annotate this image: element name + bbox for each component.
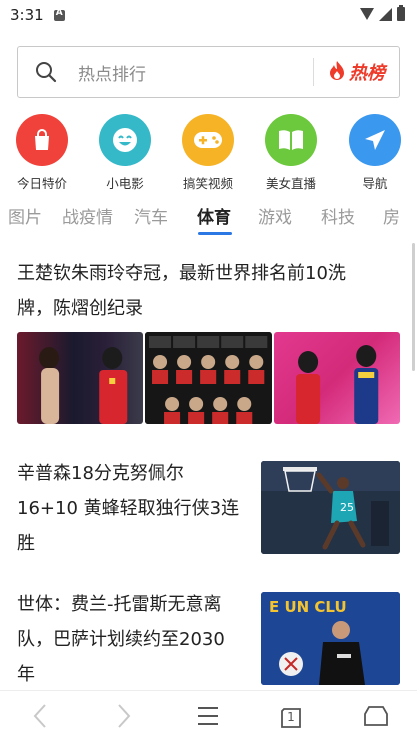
article-title[interactable]: 辛普森18分克努佩尔 16+10 黄蜂轻取独行侠3连 胜 bbox=[17, 456, 252, 561]
quick-link-navigation[interactable]: 导航 bbox=[340, 114, 410, 192]
article-image-strip[interactable] bbox=[17, 332, 400, 424]
search-input[interactable]: 热点排行 bbox=[78, 60, 313, 85]
article-image bbox=[273, 332, 400, 424]
quick-link-label: 搞笑视频 bbox=[182, 176, 233, 191]
svg-text:25: 25 bbox=[340, 501, 354, 514]
tab-pictures[interactable]: 图片 bbox=[8, 203, 42, 228]
back-button[interactable] bbox=[10, 691, 70, 743]
hot-list-button[interactable]: 热榜 bbox=[328, 59, 385, 85]
search-divider bbox=[313, 58, 314, 86]
tab-tech[interactable]: 科技 bbox=[321, 203, 355, 228]
quick-link-label: 小电影 bbox=[106, 176, 144, 191]
paper-plane-icon bbox=[349, 114, 401, 166]
tabs-button[interactable]: 1 bbox=[261, 691, 321, 743]
article-title-line: 16+10 黄蜂轻取独行侠3连 bbox=[17, 498, 240, 519]
tab-epidemic[interactable]: 战疫情 bbox=[62, 203, 113, 228]
article-image bbox=[17, 332, 144, 424]
quick-links: 今日特价 小电影 搞笑视频 美女直播 导航 bbox=[0, 114, 417, 192]
article-thumbnail[interactable]: E UN CLU bbox=[261, 592, 400, 685]
status-bar: 3:31 bbox=[0, 0, 417, 30]
article-title-line: 辛普森18分克努佩尔 bbox=[17, 463, 184, 484]
battery-icon bbox=[397, 5, 405, 21]
book-icon bbox=[265, 114, 317, 166]
menu-button[interactable] bbox=[178, 691, 238, 743]
scrollbar[interactable] bbox=[412, 243, 415, 371]
quick-link-funny-videos[interactable]: 搞笑视频 bbox=[173, 114, 243, 192]
tabs-icon: 1 bbox=[279, 706, 303, 730]
shopping-bag-icon bbox=[16, 114, 68, 166]
article-title-line: 队，巴萨计划续约至2030 bbox=[17, 629, 225, 650]
svg-text:E UN CLU: E UN CLU bbox=[269, 598, 347, 616]
smiley-icon bbox=[99, 114, 151, 166]
tab-sports[interactable]: 体育 bbox=[197, 203, 231, 228]
quick-link-label: 今日特价 bbox=[16, 176, 67, 191]
article-title[interactable]: 王楚钦朱雨玲夺冠，最新世界排名前10洗 牌，陈熠创纪录 bbox=[17, 256, 407, 326]
fire-icon bbox=[328, 60, 346, 84]
status-indicators bbox=[360, 5, 405, 21]
article-title-line: 牌，陈熠创纪录 bbox=[17, 298, 143, 319]
notification-icon bbox=[53, 8, 65, 21]
active-tab-indicator bbox=[198, 232, 232, 235]
article-image bbox=[145, 332, 272, 424]
status-time: 3:31 bbox=[10, 6, 44, 24]
tabs-count: 1 bbox=[287, 709, 295, 724]
quick-link-label: 导航 bbox=[362, 176, 388, 191]
article-title[interactable]: 世体：费兰-托雷斯无意离 队，巴萨计划续约至2030 年 bbox=[17, 587, 252, 692]
tab-cars[interactable]: 汽车 bbox=[134, 203, 168, 228]
back-icon bbox=[32, 703, 48, 733]
wifi-icon bbox=[360, 8, 374, 20]
home-button[interactable] bbox=[346, 691, 406, 743]
category-tabs: 图片 战疫情 汽车 体育 游戏 科技 房 bbox=[0, 203, 417, 235]
quick-link-live[interactable]: 美女直播 bbox=[256, 114, 326, 192]
signal-icon bbox=[379, 7, 392, 21]
article-title-line: 王楚钦朱雨玲夺冠，最新世界排名前10洗 bbox=[17, 263, 346, 284]
gamepad-icon bbox=[182, 114, 234, 166]
search-bar[interactable]: 热点排行 热榜 bbox=[17, 46, 400, 98]
forward-icon bbox=[116, 703, 132, 733]
article-thumbnail[interactable]: 25 bbox=[261, 461, 400, 554]
tab-housing[interactable]: 房 bbox=[383, 203, 400, 228]
bottom-navigation: 1 bbox=[0, 690, 417, 743]
quick-link-label: 美女直播 bbox=[265, 176, 316, 191]
article-title-line: 世体：费兰-托雷斯无意离 bbox=[17, 594, 222, 615]
forward-button[interactable] bbox=[94, 691, 154, 743]
quick-link-deals[interactable]: 今日特价 bbox=[7, 114, 77, 192]
home-icon bbox=[363, 704, 389, 732]
hot-list-label: 热榜 bbox=[349, 63, 385, 84]
search-icon bbox=[34, 47, 74, 97]
quick-link-movies[interactable]: 小电影 bbox=[90, 114, 160, 192]
tab-games[interactable]: 游戏 bbox=[258, 203, 292, 228]
article-title-line: 胜 bbox=[17, 533, 35, 554]
menu-icon bbox=[196, 705, 220, 731]
article-title-line: 年 bbox=[17, 664, 35, 685]
